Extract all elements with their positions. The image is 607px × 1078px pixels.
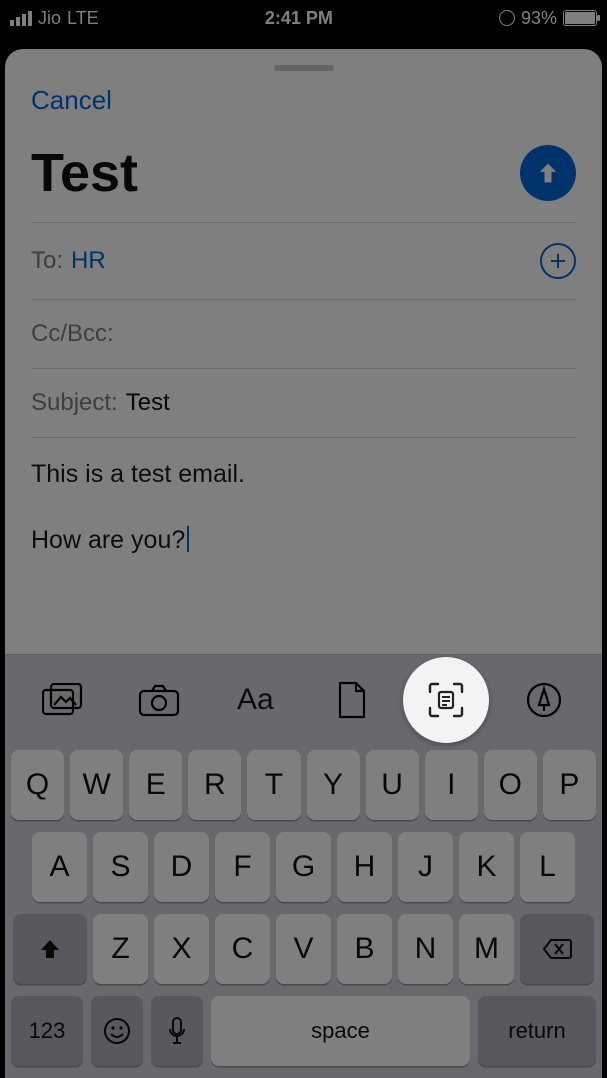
numbers-key[interactable]: 123 [11, 996, 83, 1066]
clock: 2:41 PM [265, 8, 333, 29]
markup-icon[interactable] [522, 678, 566, 722]
compose-title: Test [31, 142, 138, 204]
network-label: LTE [67, 8, 99, 29]
scan-text-button[interactable] [403, 657, 489, 743]
battery-percent: 93% [521, 8, 557, 29]
backspace-icon [542, 938, 572, 960]
key-b[interactable]: B [337, 914, 392, 984]
send-button[interactable] [520, 145, 576, 201]
cancel-button[interactable]: Cancel [5, 85, 602, 126]
key-t[interactable]: T [247, 750, 300, 820]
key-u[interactable]: U [366, 750, 419, 820]
subject-value: Test [126, 389, 170, 417]
key-z[interactable]: Z [93, 914, 148, 984]
add-contact-button[interactable] [540, 243, 576, 279]
key-i[interactable]: I [425, 750, 478, 820]
screen: Jio LTE 2:41 PM 93% Cancel Test To: HR [0, 0, 607, 1078]
key-e[interactable]: E [129, 750, 182, 820]
email-body[interactable]: This is a test email. How are you? [5, 438, 602, 605]
keyboard-toolbar: Aa [5, 654, 602, 744]
key-o[interactable]: O [484, 750, 537, 820]
key-m[interactable]: M [459, 914, 514, 984]
text-caret [187, 526, 189, 552]
key-r[interactable]: R [188, 750, 241, 820]
keyboard: Q W E R T Y U I O P A S D F G H [5, 744, 602, 1078]
subject-field[interactable]: Subject: Test [5, 369, 602, 437]
arrow-up-icon [534, 159, 562, 187]
emoji-key[interactable] [91, 996, 143, 1066]
key-p[interactable]: P [543, 750, 596, 820]
orientation-lock-icon [499, 10, 515, 26]
key-a[interactable]: A [32, 832, 87, 902]
scan-text-icon [426, 680, 466, 720]
key-g[interactable]: G [276, 832, 331, 902]
key-row-1: Q W E R T Y U I O P [11, 750, 596, 820]
to-value: HR [71, 247, 106, 275]
plus-icon [548, 251, 568, 271]
key-w[interactable]: W [70, 750, 123, 820]
key-d[interactable]: D [154, 832, 209, 902]
shift-icon [38, 937, 62, 961]
key-f[interactable]: F [215, 832, 270, 902]
mic-icon [167, 1016, 187, 1046]
subject-label: Subject: [31, 389, 118, 417]
text-format-icon[interactable]: Aa [233, 678, 277, 722]
key-row-3: Z X C V B N M [11, 914, 596, 984]
key-n[interactable]: N [398, 914, 453, 984]
key-k[interactable]: K [459, 832, 514, 902]
dictation-key[interactable] [151, 996, 203, 1066]
space-key[interactable]: space [211, 996, 470, 1066]
gallery-icon[interactable] [41, 678, 85, 722]
carrier-label: Jio [38, 8, 61, 29]
keyboard-area: Aa Q W E R T Y U I [5, 654, 602, 1078]
key-row-2: A S D F G H J K L [11, 832, 596, 902]
battery-icon [563, 10, 597, 26]
key-j[interactable]: J [398, 832, 453, 902]
status-bar: Jio LTE 2:41 PM 93% [0, 0, 607, 36]
compose-sheet: Cancel Test To: HR Cc/Bcc: Subject: Test… [5, 49, 602, 1078]
backspace-key[interactable] [520, 914, 594, 984]
to-label: To: [31, 247, 63, 275]
key-row-4: 123 space return [11, 996, 596, 1066]
signal-bars-icon [10, 11, 32, 26]
key-v[interactable]: V [276, 914, 331, 984]
body-line: This is a test email. [31, 456, 576, 494]
key-q[interactable]: Q [11, 750, 64, 820]
cc-bcc-field[interactable]: Cc/Bcc: [5, 300, 602, 368]
camera-icon[interactable] [137, 678, 181, 722]
key-y[interactable]: Y [307, 750, 360, 820]
to-field[interactable]: To: HR [5, 223, 602, 299]
sheet-grabber[interactable] [274, 65, 334, 71]
smiley-icon [103, 1017, 131, 1045]
key-l[interactable]: L [520, 832, 575, 902]
return-key[interactable]: return [478, 996, 596, 1066]
cc-bcc-label: Cc/Bcc: [31, 320, 114, 348]
body-line: How are you? [31, 526, 185, 554]
shift-key[interactable] [13, 914, 87, 984]
key-h[interactable]: H [337, 832, 392, 902]
key-c[interactable]: C [215, 914, 270, 984]
key-s[interactable]: S [93, 832, 148, 902]
document-icon[interactable] [330, 678, 374, 722]
key-x[interactable]: X [154, 914, 209, 984]
